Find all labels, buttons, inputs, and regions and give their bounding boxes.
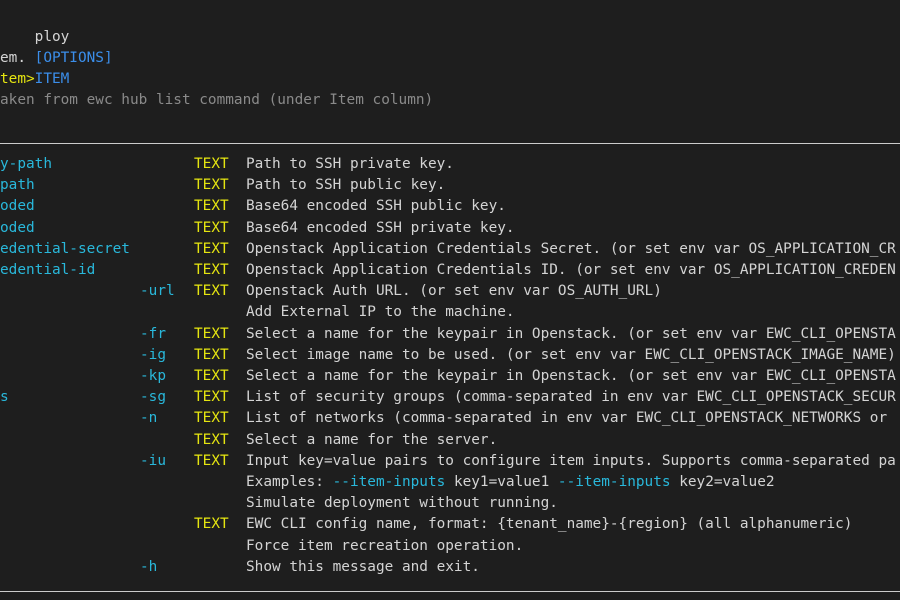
option-short-flag: -sg [140, 389, 166, 406]
option-description: Input key=value pairs to configure item … [246, 452, 896, 469]
option-description: List of networks (comma-separated in env… [246, 410, 888, 427]
option-short-flag: -url [140, 283, 175, 300]
option-type: TEXT [194, 198, 229, 215]
option-type: TEXT [194, 325, 229, 342]
usage-options: [OPTIONS] [34, 50, 113, 66]
option-short-flag: -fr [140, 325, 166, 342]
option-description: Force item recreation operation. [246, 537, 524, 554]
option-description: Base64 encoded SSH public key. [246, 198, 506, 215]
option-short-flag: -iu [140, 452, 166, 469]
example-flag: --item-inputs [557, 474, 671, 490]
option-description: EWC CLI config name, format: {tenant_nam… [246, 516, 853, 533]
option-row: -iu TEXT Input key=value pairs to configur… [0, 451, 900, 472]
argument-name: tem> [0, 71, 35, 87]
option-description: Openstack Auth URL. (or set env var OS_A… [246, 283, 662, 300]
option-row: TEXT EWC CLI config name, format: {tenant… [0, 514, 900, 535]
option-description: Examples: --item-inputs key1=value1 --it… [246, 472, 775, 493]
option-row: oded TEXT Base64 encoded SSH private key. [0, 218, 900, 239]
options-panel-bottom-border [0, 591, 900, 592]
option-description: Add External IP to the machine. [246, 304, 515, 321]
option-row: -n TEXT List of networks (comma-separated … [0, 408, 900, 429]
option-row: oded TEXT Base64 encoded SSH public key. [0, 196, 900, 217]
option-description: Select a name for the server. [246, 431, 498, 448]
option-long-flag: edential-secret [0, 240, 130, 257]
option-type: TEXT [194, 452, 229, 469]
option-row: Examples: --item-inputs key1=value1 --it… [0, 472, 900, 493]
option-row: Add External IP to the machine. [0, 302, 900, 323]
argument-help: aken from ewc hub list command (under It… [0, 92, 434, 108]
option-row: s -sg TEXT List of security groups (comma-s… [0, 387, 900, 408]
option-long-flag: oded [0, 219, 35, 236]
option-description: Simulate deployment without running. [246, 495, 558, 512]
usage-line: ploy [OPTIONS] ITEM [0, 6, 113, 87]
option-type: TEXT [194, 346, 229, 363]
option-description: Path to SSH public key. [246, 177, 446, 194]
option-description: Select a name for the keypair in Opensta… [246, 368, 896, 384]
option-type: TEXT [194, 177, 229, 194]
option-description: Show this message and exit. [246, 558, 480, 575]
option-row: -h Show this message and exit. [0, 557, 900, 578]
option-row: -kp TEXT Select a name for the keypair in … [0, 366, 900, 387]
option-description: Path to SSH private key. [246, 156, 454, 172]
option-long-flag: s [0, 389, 9, 406]
option-type: TEXT [194, 389, 229, 406]
option-type: TEXT [194, 262, 229, 278]
option-row: -url TEXT Openstack Auth URL. (or set env … [0, 281, 900, 302]
option-type: TEXT [194, 240, 229, 257]
example-value: key2=value2 [670, 474, 775, 490]
option-type: TEXT [194, 156, 229, 172]
option-short-flag: -h [140, 558, 158, 575]
option-description: Select a name for the keypair in Opensta… [246, 325, 896, 342]
option-row: TEXT Select a name for the server. [0, 430, 900, 451]
option-short-flag: -ig [140, 346, 166, 363]
option-row: edential-id TEXT Openstack Application Cre… [0, 260, 900, 281]
option-type: TEXT [194, 516, 229, 533]
option-type: TEXT [194, 219, 229, 236]
examples-prefix: Examples: [246, 474, 333, 490]
option-short-flag: -kp [140, 368, 166, 384]
example-flag: --item-inputs [332, 474, 446, 490]
option-description: Select image name to be used. (or set en… [246, 346, 896, 363]
option-row: Force item recreation operation. [0, 536, 900, 557]
option-type: TEXT [194, 431, 229, 448]
option-description: Openstack Application Credentials Secret… [246, 240, 896, 257]
option-row: edential-secret TEXT Openstack Application… [0, 239, 900, 260]
option-long-flag: y-path [0, 156, 52, 172]
option-description: Base64 encoded SSH private key. [246, 219, 515, 236]
option-long-flag: oded [0, 198, 35, 215]
usage-item: ITEM [34, 71, 70, 87]
option-type: TEXT [194, 283, 229, 300]
option-description: List of security groups (comma-separated… [246, 389, 896, 406]
options-panel-top-border [0, 143, 900, 144]
usage-command: ploy [34, 29, 70, 45]
option-description: Openstack Application Credentials ID. (o… [246, 262, 896, 278]
option-long-flag: path [0, 177, 35, 194]
command-description: em. [0, 50, 26, 66]
option-row: -fr TEXT Select a name for the keypair in … [0, 324, 900, 345]
option-row: -ig TEXT Select image name to be used. (or… [0, 345, 900, 366]
terminal-window[interactable]: ploy [OPTIONS] ITEM em. tem> aken from e… [0, 0, 900, 600]
option-row: path TEXT Path to SSH public key. [0, 175, 900, 196]
example-value: key1=value1 [445, 474, 558, 490]
option-long-flag: edential-id [0, 262, 96, 278]
option-row: y-path TEXT Path to SSH private key. [0, 154, 900, 175]
option-row: Simulate deployment without running. [0, 493, 900, 514]
option-type: TEXT [194, 410, 229, 427]
option-short-flag: -n [140, 410, 158, 427]
option-type: TEXT [194, 368, 229, 384]
